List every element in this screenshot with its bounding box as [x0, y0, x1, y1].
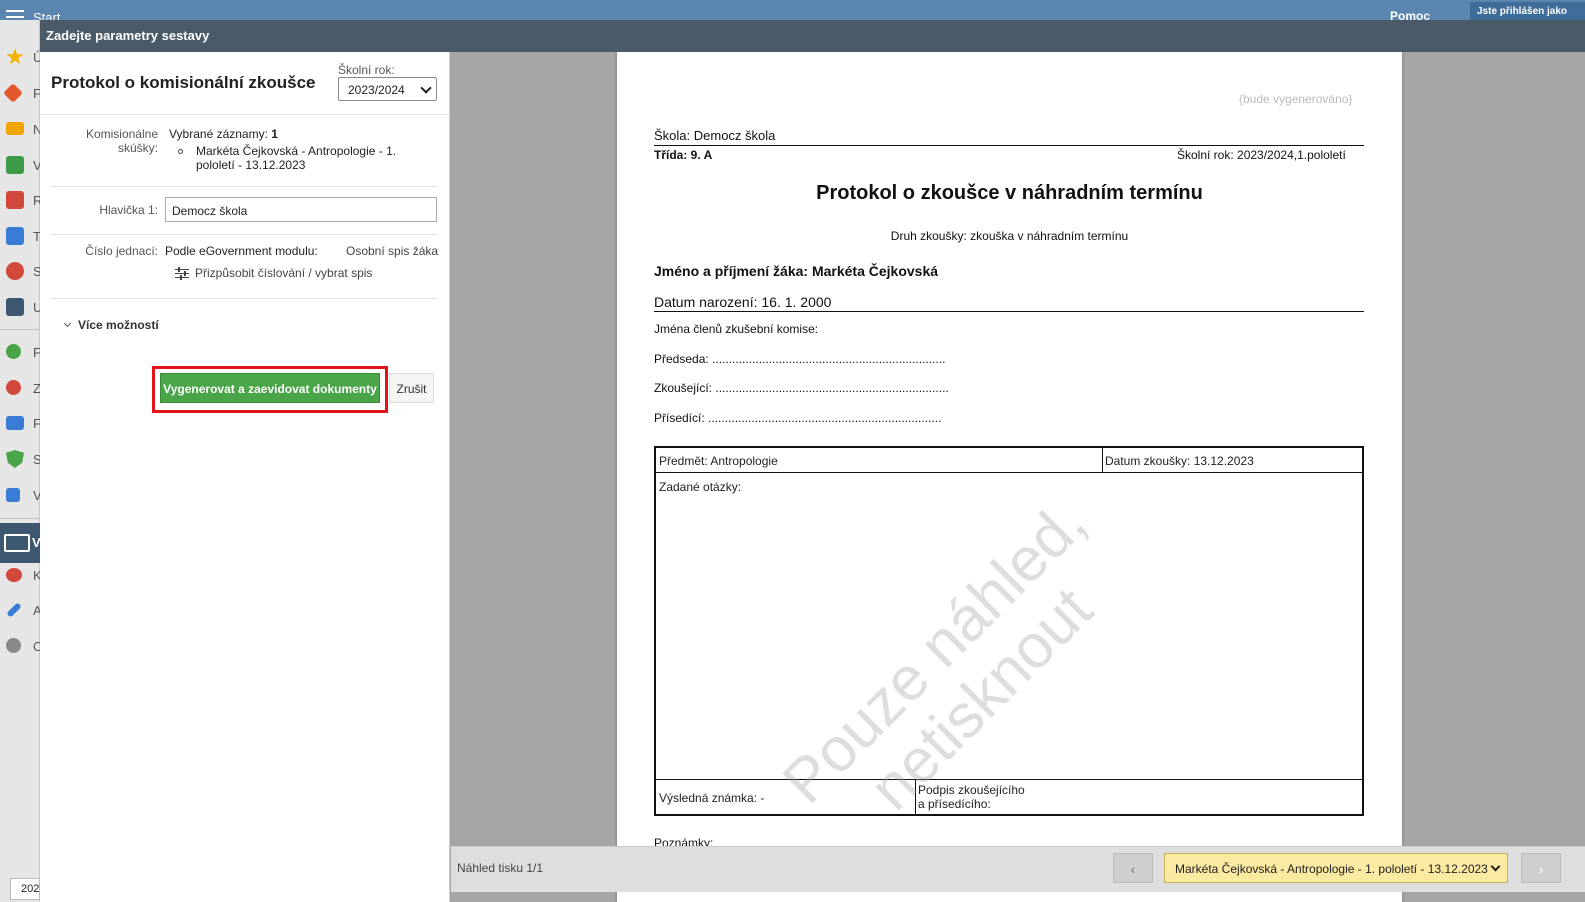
mail-icon: [6, 122, 24, 136]
selected-records: Vybrané záznamy: 1: [169, 127, 278, 141]
parameters-panel: Protokol o komisionální zkoušce Školní r…: [40, 52, 450, 902]
sidebar-item[interactable]: Ú: [6, 48, 42, 68]
record-select[interactable]: Markéta Čejkovská - Antropologie - 1. po…: [1164, 853, 1508, 883]
term-field[interactable]: 2023/2024 / 1. pol.: [10, 878, 40, 900]
sidebar-item[interactable]: Z: [6, 379, 41, 399]
sidebar-item[interactable]: R: [6, 191, 42, 211]
sidebar-item[interactable]: V: [6, 156, 42, 176]
pencil-icon: [6, 601, 22, 618]
wand-icon: [3, 82, 23, 103]
school-year-label: Školní rok:: [338, 63, 395, 77]
customize-link-label: Přizpůsobit číslování / vybrat spis: [195, 266, 373, 280]
header1-label: Hlavička 1:: [99, 203, 158, 217]
generate-button[interactable]: Vygenerovat a zaevidovat dokumenty: [160, 373, 380, 403]
cancel-button[interactable]: Zrušit: [389, 373, 434, 403]
grid-icon: [6, 191, 24, 209]
star-icon: [6, 48, 24, 65]
doc-student: Jméno a příjmení žáka: Markéta Čejkovská: [654, 263, 939, 279]
sidebar-item-active[interactable]: V: [0, 523, 41, 563]
app-sidebar: Ú F N V R T S U F Z F S V V K A O 2023/2…: [0, 20, 43, 902]
gear-icon: [6, 638, 21, 654]
app-topbar: Start Pomoc Jste přihlášen jako: [0, 0, 1585, 25]
doc-assessor: Přísedící: .............................…: [654, 411, 942, 425]
report-title: Protokol o komisionální zkoušce: [51, 73, 316, 92]
selected-prefix: Vybrané záznamy:: [169, 127, 268, 141]
chart-icon: [6, 487, 20, 502]
preview-footer: Náhled tisku 1/1 ‹ Markéta Čejkovská - A…: [451, 846, 1585, 892]
user-icon: [6, 262, 24, 280]
sidebar-item[interactable]: T: [6, 227, 41, 247]
exams-label: Komisionálne skúšky:: [85, 127, 158, 155]
sidebar-item[interactable]: U: [6, 298, 42, 318]
print-preview[interactable]: {bude vygenerováno} Škola: Democz škola …: [451, 52, 1585, 902]
doc-examiner: Zkoušející: ............................…: [654, 381, 949, 395]
sidebar-item[interactable]: A: [6, 601, 42, 621]
badge-icon: [6, 380, 21, 396]
calendar-icon: [6, 298, 24, 316]
previous-button[interactable]: ‹: [1113, 853, 1153, 883]
cj-file: Osobní spis žáka: [346, 244, 439, 258]
sidebar-item[interactable]: N: [6, 120, 42, 140]
open-book-icon: [4, 534, 30, 552]
modal-header: Zadejte parametry sestavy: [40, 20, 1585, 52]
chevron-down-icon: [420, 82, 432, 94]
school-year-select[interactable]: 2023/2024: [338, 77, 437, 101]
chevron-down-icon[interactable]: [63, 319, 72, 328]
chat-icon: [6, 567, 22, 582]
user-label[interactable]: Jste přihlášen jako: [1470, 2, 1585, 20]
briefcase-icon: [6, 415, 24, 430]
bullet-icon: [178, 149, 183, 154]
selected-count: 1: [271, 127, 278, 141]
sidebar-item[interactable]: S: [6, 450, 42, 470]
doc-subject: Předmět: Antropologie: [659, 454, 778, 468]
preview-page-label: Náhled tisku 1/1: [457, 861, 544, 875]
exam-table: Předmět: Antropologie Datum zkoušky: 13.…: [654, 446, 1364, 816]
doc-class: Třída: 9. A: [654, 148, 713, 162]
doc-exam-date: Datum zkoušky: 13.12.2023: [1105, 454, 1254, 468]
sidebar-item[interactable]: F: [6, 343, 41, 363]
shield-icon: [6, 450, 24, 468]
customize-numbering-link[interactable]: Přizpůsobit číslování / vybrat spis: [175, 266, 372, 280]
doc-exam-type: Druh zkoušky: zkouška v náhradním termín…: [890, 229, 1129, 243]
more-options-toggle[interactable]: Více možností: [78, 318, 159, 332]
doc-questions: Zadané otázky:: [659, 480, 742, 494]
next-button[interactable]: ›: [1521, 853, 1561, 883]
doc-birth-date: Datum narození: 16. 1. 2000: [654, 294, 832, 310]
doc-title: Protokol o zkoušce v náhradním termínu: [816, 182, 1203, 204]
book-icon: [6, 227, 24, 245]
sidebar-item[interactable]: S: [6, 262, 42, 282]
doc-school: Škola: Democz škola: [654, 128, 776, 143]
sidebar-item[interactable]: V: [6, 486, 42, 506]
sidebar-item[interactable]: K: [6, 566, 42, 586]
doc-committee: Jména členů zkušební komise:: [654, 322, 819, 336]
record-select-value: Markéta Čejkovská - Antropologie - 1. po…: [1175, 862, 1488, 876]
check-icon: [6, 344, 21, 360]
cj-label: Číslo jednací:: [85, 244, 158, 258]
sidebar-item[interactable]: F: [6, 414, 41, 434]
sliders-icon: [175, 267, 189, 280]
chevron-down-icon: [1490, 861, 1501, 872]
doc-grade: Výsledná známka: -: [659, 791, 765, 805]
header1-input[interactable]: Democz škola: [165, 197, 437, 222]
sidebar-item[interactable]: O: [6, 637, 43, 657]
cj-value: Podle eGovernment modulu:: [165, 244, 318, 258]
home-icon: [6, 156, 24, 174]
doc-signature: Podpis zkoušejícího a přísedícího:: [918, 783, 1025, 811]
doc-placeholder: {bude vygenerováno}: [1239, 92, 1353, 106]
sidebar-item[interactable]: F: [3, 82, 41, 104]
doc-school-year: Školní rok: 2023/2024,1.pololetí: [1177, 148, 1346, 162]
doc-chair: Předseda: ..............................…: [654, 352, 946, 366]
selected-record-item: Markéta Čejkovská - Antropologie - 1. po…: [196, 144, 397, 172]
document-page: {bude vygenerováno} Škola: Democz škola …: [617, 52, 1402, 902]
school-year-value: 2023/2024: [348, 83, 405, 97]
